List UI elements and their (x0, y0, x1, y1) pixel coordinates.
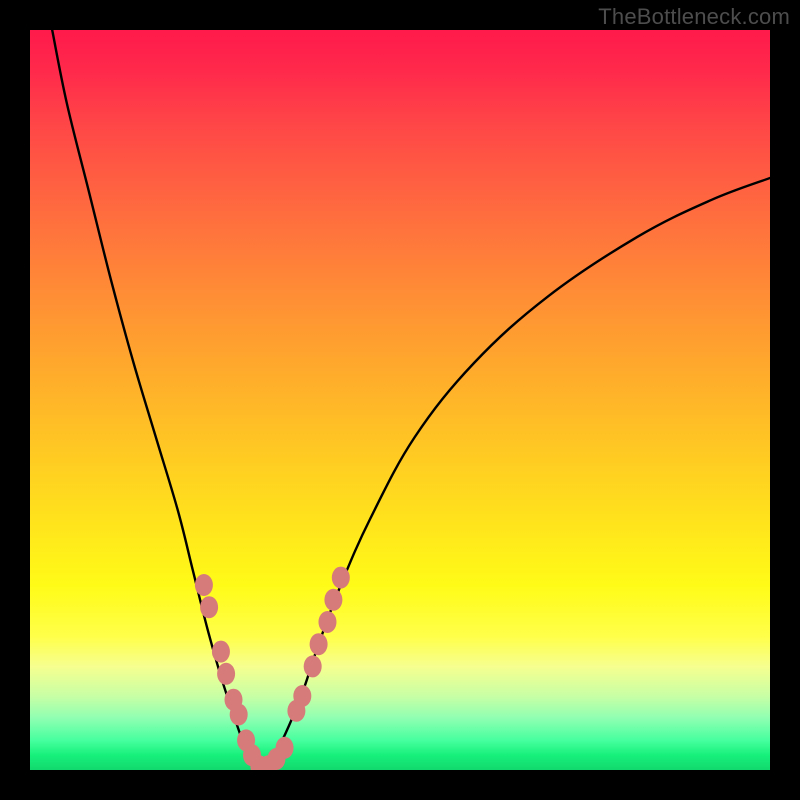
watermark-text: TheBottleneck.com (598, 4, 790, 30)
marker-dot (195, 574, 213, 596)
marker-dot (217, 663, 235, 685)
plot-area (30, 30, 770, 770)
marker-dot (293, 685, 311, 707)
marker-dot (310, 633, 328, 655)
marker-dot (200, 596, 218, 618)
marker-dot (304, 655, 322, 677)
marker-dot (318, 611, 336, 633)
marker-dot (332, 567, 350, 589)
outer-frame: TheBottleneck.com (0, 0, 800, 800)
marker-dot (212, 641, 230, 663)
curve-right-branch (259, 178, 770, 770)
marker-dot (230, 704, 248, 726)
marker-dot (276, 737, 294, 759)
marker-dot (324, 589, 342, 611)
chart-svg (30, 30, 770, 770)
curve-left-branch (52, 30, 259, 770)
